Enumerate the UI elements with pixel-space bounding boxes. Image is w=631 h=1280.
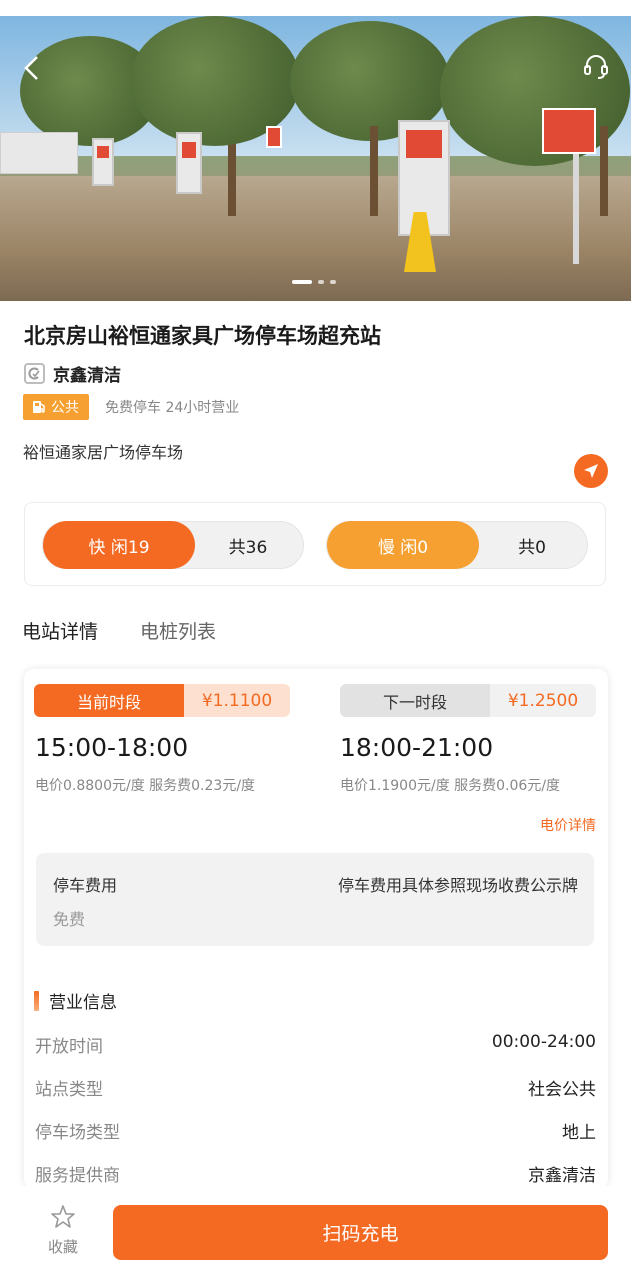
next-period-time: 18:00-21:00 [340,733,494,762]
next-period: 下一时段 ¥1.2500 [340,684,596,717]
photo-sign [542,108,596,154]
favorite-label: 收藏 [47,1238,78,1256]
photo-charger [176,132,202,194]
section-accent-bar [34,990,39,1011]
photo-trunk [370,126,378,216]
info-value: 地上 [562,1123,596,1143]
public-tag: 公共 [23,394,89,420]
charger-availability-card: 快 闲19 共36 慢 闲0 共0 [24,502,606,586]
current-period-label: 当前时段 [34,684,184,717]
photo-transformer [0,132,78,174]
info-key: 站点类型 [35,1080,103,1100]
fast-charger-availability[interactable]: 快 闲19 共36 [42,521,304,569]
info-row-service-provider: 服务提供商 京鑫清洁 [35,1161,596,1186]
current-price-breakdown: 电价0.8800元/度 服务费0.23元/度 [35,778,256,794]
carousel-indicator [292,280,336,284]
photo-charger [92,138,114,186]
back-button[interactable] [12,48,52,88]
info-value: 京鑫清洁 [528,1166,596,1186]
next-period-price: ¥1.2500 [490,684,596,717]
current-period: 当前时段 ¥1.1100 [34,684,290,717]
carousel-dot [330,280,336,284]
slow-charger-availability[interactable]: 慢 闲0 共0 [326,521,588,569]
info-key: 开放时间 [35,1037,103,1057]
operator-row: 京鑫清洁 [24,361,121,386]
slow-idle-count: 慢 闲0 [327,521,479,569]
info-value: 社会公共 [528,1080,596,1100]
current-period-time: 15:00-18:00 [35,733,189,762]
info-key: 服务提供商 [35,1166,120,1186]
bottom-action-bar: 收藏 扫码充电 [0,1186,631,1280]
carousel-dot [318,280,324,284]
public-tag-label: 公共 [51,400,79,416]
star-icon [51,1205,75,1228]
parking-fee-value: 免费 [53,910,86,929]
chevron-left-icon [24,56,38,80]
navigation-arrow-icon [584,464,598,478]
fuel-pump-icon [33,401,45,413]
business-info-heading: 营业信息 [34,988,117,1013]
fast-idle-count: 快 闲19 [43,521,195,569]
next-period-label: 下一时段 [340,684,490,717]
info-value: 00:00-24:00 [491,1032,596,1052]
detail-tabs: 电站详情 电桩列表 [22,617,216,644]
station-address: 裕恒通家居广场停车场 [23,443,184,462]
station-tags: 公共 免费停车 24小时营业 [23,394,239,420]
info-row-station-type: 站点类型 社会公共 [35,1075,596,1100]
fast-total-count: 共36 [228,537,268,558]
photo-sign [266,126,282,148]
station-features: 免费停车 24小时营业 [105,400,240,416]
navigate-button[interactable] [574,454,608,488]
carousel-dot [292,280,312,284]
scan-to-charge-button[interactable]: 扫码充电 [113,1205,608,1260]
info-row-parking-type: 停车场类型 地上 [35,1118,596,1143]
customer-service-button[interactable] [576,46,616,86]
parking-fee-label: 停车费用 [53,876,118,895]
headset-icon [584,55,608,79]
station-name: 北京房山裕恒通家具广场停车场超充站 [24,324,381,348]
photo-trunk [600,126,608,216]
favorite-button[interactable]: 收藏 [40,1204,86,1257]
parking-fee-box: 停车费用 停车费用具体参照现场收费公示牌 免费 [36,853,594,946]
photo-sign-post [573,154,579,264]
tab-station-details[interactable]: 电站详情 [22,617,98,644]
operator-logo-icon [24,363,45,384]
station-details-card: 当前时段 ¥1.1100 下一时段 ¥1.2500 15:00-18:00 18… [24,669,608,1189]
parking-fee-note: 停车费用具体参照现场收费公示牌 [337,876,578,895]
price-details-link[interactable]: 电价详情 [540,815,596,835]
info-row-open-hours: 开放时间 00:00-24:00 [35,1032,596,1057]
info-key: 停车场类型 [35,1123,120,1143]
slow-total-count: 共0 [518,537,546,558]
current-period-price: ¥1.1100 [184,684,290,717]
tab-charger-list[interactable]: 电桩列表 [140,617,216,644]
operator-name: 京鑫清洁 [53,366,121,386]
station-photo-carousel[interactable] [0,16,631,301]
business-info-title: 营业信息 [49,993,117,1013]
next-price-breakdown: 电价1.1900元/度 服务费0.06元/度 [340,778,561,794]
